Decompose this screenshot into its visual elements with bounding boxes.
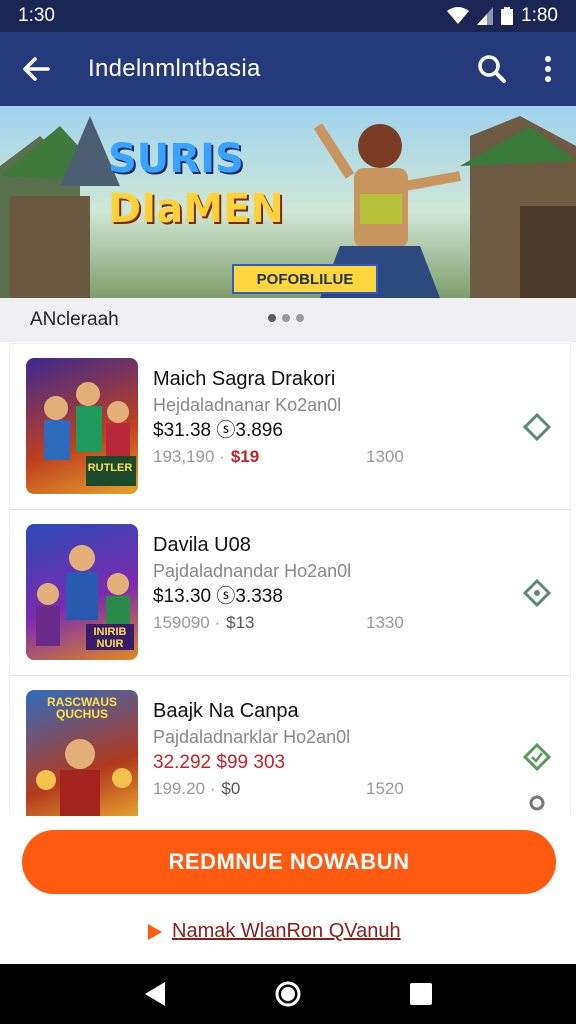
item-meta: 193,190 · $19 1300 [153,444,503,470]
wifi-icon [447,7,470,24]
item-meta: 159090 · $13 1330 [153,610,503,636]
carousel-dot[interactable] [296,314,304,322]
diamond-icon[interactable] [522,412,552,442]
item-info: Baajk Na Canpa Pajdaladnarklar Ho2an0l 3… [153,698,503,802]
item-subtitle: Hejdaladnanar Ko2an0l [153,395,342,415]
primary-action-button[interactable]: REDMNUE NOWABUN [22,830,556,894]
battery-icon [501,7,514,25]
item-info: Davila U08 Pajdaladnandar Ho2an0l $13.30… [153,532,503,636]
item-subtitle: Pajdaladnandar Ho2an0l [153,561,352,581]
back-button[interactable] [0,57,72,81]
carousel-dot[interactable] [268,314,276,322]
carousel-dot[interactable] [282,314,290,322]
app-bar: Indelnmlntbasia [0,32,576,106]
item-meta-price: $19 [230,447,260,466]
play-arrow-icon [148,923,162,940]
thumbnail-label: RASCWAUS QUCHUS [46,695,117,721]
item-info: Maich Sagra Drakori Hejdaladnanar Ko2an0… [153,366,503,470]
banner-logo-line1: SURIS [108,136,244,182]
item-meta-value: 159090 · [153,613,221,632]
list-item[interactable]: RUTLER Maich Sagra Drakori Hejdaladnanar… [10,344,570,510]
item-price: $31.38 ⓢ3.896 [153,420,283,441]
more-vert-icon [545,56,551,82]
thumbnail-label: INIRIB NUIR [93,626,127,650]
list-item[interactable]: INIRIB NUIR Davila U08 Pajdaladnandar Ho… [10,510,570,676]
item-count: 1300 [366,447,404,466]
secondary-link[interactable]: Namak WlanRon QVanuh [172,920,401,943]
game-list: RUTLER Maich Sagra Drakori Hejdaladnanar… [10,344,570,816]
circle-outline-icon [529,795,545,811]
nav-home-icon[interactable] [274,980,302,1008]
item-title: Maich Sagra Drakori [153,368,336,390]
list-item[interactable]: RASCWAUS QUCHUS Baajk Na Canpa Pajdaladn… [10,676,570,816]
item-meta: 199.20 · $0 1520 [153,776,503,802]
item-title: Davila U08 [153,534,251,556]
item-count: 1330 [366,613,404,632]
banner-tag: POFOBLILUE [232,264,378,294]
promo-banner[interactable]: SURIS DIaMEN POFOBLILUE [0,106,576,298]
secondary-link-row[interactable]: Namak WlanRon QVanuh [148,920,401,943]
game-thumbnail: RUTLER [26,358,138,494]
status-time-left: 1:30 [18,5,55,26]
item-meta-value: 193,190 · [153,447,225,466]
status-icons: 1:80 [447,5,558,27]
section-title: ANcleraah [30,309,119,330]
banner-logo-line2: DIaMEN [108,186,284,232]
item-count: 1520 [366,779,404,798]
status-time-right: 1:80 [521,5,558,26]
status-bar: 1:30 1:80 [0,0,576,32]
thumbnail-label: RUTLER [87,462,133,474]
diamond-icon[interactable] [522,578,552,608]
game-thumbnail: RASCWAUS QUCHUS [26,690,138,816]
overflow-menu-button[interactable] [520,55,576,83]
item-meta-price: $0 [221,779,241,798]
item-price: 32.292 $99 303 [153,752,286,773]
carousel-indicator [268,314,304,322]
game-thumbnail: INIRIB NUIR [26,524,138,660]
item-price: $13.30 ⓢ3.338 [153,586,283,607]
item-meta-value: 199.20 · [153,779,216,798]
item-title: Baajk Na Canpa [153,700,299,722]
item-subtitle: Pajdaladnarklar Ho2an0l [153,727,351,747]
nav-recents-icon[interactable] [409,982,433,1006]
signal-icon [477,7,494,25]
action-area: REDMNUE NOWABUN Namak WlanRon QVanuh [0,816,576,964]
arrow-back-icon [23,57,50,81]
nav-back-icon[interactable] [143,981,167,1007]
search-button[interactable] [464,54,520,84]
diamond-icon[interactable] [522,742,552,772]
app-bar-title: Indelnmlntbasia [88,55,261,82]
banner-logo: SURIS DIaMEN [108,134,308,234]
system-nav-bar [0,964,576,1024]
search-icon [478,55,506,83]
item-meta-price: $13 [226,613,255,632]
